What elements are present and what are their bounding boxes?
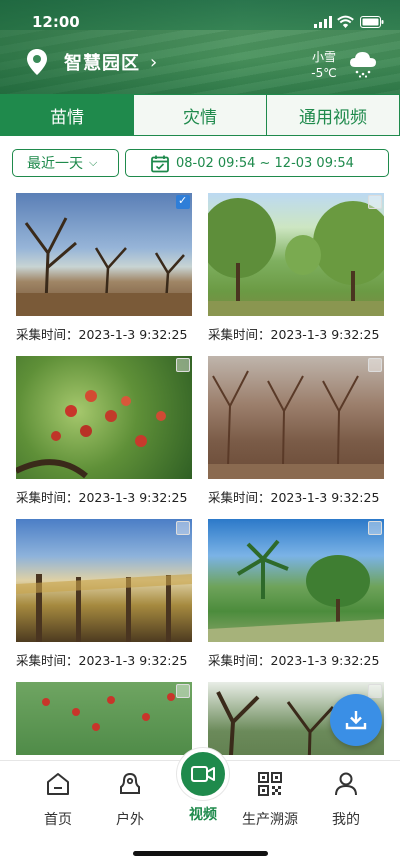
- snow-cloud-icon: [350, 52, 376, 78]
- weather-temperature: -5℃: [311, 66, 337, 80]
- photo-capture-time: 采集时间：2023-1-3 9:32:25: [16, 327, 188, 342]
- download-button[interactable]: [330, 694, 382, 746]
- download-icon: [345, 711, 367, 730]
- photo-card[interactable]: 采集时间：2023-1-3 9:32:25: [16, 356, 192, 506]
- nav-profile[interactable]: 我的: [306, 771, 386, 829]
- chevron-down-icon: ⌵: [89, 156, 98, 169]
- photo-checkbox[interactable]: [368, 195, 382, 209]
- tab-disaster[interactable]: 灾情: [134, 94, 267, 136]
- tab-general-video[interactable]: 通用视频: [267, 94, 400, 136]
- photo-card[interactable]: 采集时间：2023-1-3 9:32:25: [208, 193, 384, 343]
- home-icon: [47, 773, 69, 795]
- weather-condition: 小雪: [311, 50, 336, 64]
- home-indicator: [133, 851, 268, 856]
- profile-icon: [335, 772, 357, 796]
- photo-card[interactable]: 采集时间：2023-1-3 9:32:25: [208, 356, 384, 506]
- tab-bar: 苗情 灾情 通用视频: [0, 94, 400, 136]
- photo-checkbox[interactable]: [176, 521, 190, 535]
- date-range-picker[interactable]: 08-02 09:54 ~ 12-03 09:54: [125, 149, 389, 177]
- location-pin-icon: [27, 49, 47, 75]
- outdoor-icon: [120, 772, 140, 794]
- photo-checkbox[interactable]: [176, 194, 190, 209]
- nav-home-label: 首页: [44, 812, 72, 828]
- time-range-dropdown[interactable]: 最近一天 ⌵: [12, 149, 119, 177]
- photo-thumbnail[interactable]: [208, 193, 384, 316]
- battery-icon: [360, 16, 384, 28]
- photo-thumbnail[interactable]: [16, 519, 192, 642]
- photo-card[interactable]: 采集时间：2023-1-3 9:32:25: [16, 519, 192, 669]
- location-selector[interactable]: 智慧园区 ›: [26, 48, 157, 76]
- photo-checkbox[interactable]: [176, 358, 190, 372]
- header: 12:00 智慧园区 › 小雪 -5℃: [0, 0, 400, 96]
- status-time: 12:00: [32, 13, 80, 31]
- location-name: 智慧园区: [64, 53, 140, 74]
- nav-outdoor[interactable]: 户外: [90, 771, 170, 829]
- nav-video-label: 视频: [189, 807, 217, 823]
- photo-thumbnail[interactable]: [16, 356, 192, 479]
- photo-card[interactable]: [16, 682, 192, 755]
- tab-seedling[interactable]: 苗情: [0, 94, 134, 136]
- photo-checkbox[interactable]: [368, 521, 382, 535]
- weather-info: 小雪 -5℃: [308, 48, 340, 80]
- nav-video[interactable]: [177, 748, 229, 800]
- photo-checkbox[interactable]: [176, 684, 190, 698]
- photo-card[interactable]: 采集时间：2023-1-3 9:32:25: [208, 519, 384, 669]
- filter-bar: 最近一天 ⌵ 08-02 09:54 ~ 12-03 09:54: [0, 146, 400, 178]
- chevron-right-icon: ›: [150, 51, 158, 73]
- photo-capture-time: 采集时间：2023-1-3 9:32:25: [16, 653, 188, 668]
- video-icon: [191, 766, 215, 782]
- date-range-text: 08-02 09:54 ~ 12-03 09:54: [176, 155, 354, 171]
- photo-capture-time: 采集时间：2023-1-3 9:32:25: [208, 653, 380, 668]
- photo-thumbnail[interactable]: [208, 356, 384, 479]
- nav-outdoor-label: 户外: [116, 812, 144, 828]
- calendar-icon: [151, 155, 169, 173]
- photo-thumbnail[interactable]: [16, 193, 192, 316]
- nav-home[interactable]: 首页: [18, 771, 98, 829]
- wifi-icon: [337, 15, 354, 28]
- nav-profile-label: 我的: [332, 812, 360, 828]
- status-bar: 12:00: [0, 12, 400, 32]
- photo-grid: 采集时间：2023-1-3 9:32:25 采集时间：2023-1-3 9:32…: [0, 185, 400, 755]
- time-range-label: 最近一天: [27, 156, 83, 172]
- signal-icon: [314, 16, 332, 28]
- photo-checkbox[interactable]: [368, 684, 382, 698]
- photo-checkbox[interactable]: [368, 358, 382, 372]
- photo-card[interactable]: 采集时间：2023-1-3 9:32:25: [16, 193, 192, 343]
- photo-capture-time: 采集时间：2023-1-3 9:32:25: [16, 490, 188, 505]
- qr-code-icon: [258, 772, 282, 796]
- photo-capture-time: 采集时间：2023-1-3 9:32:25: [208, 327, 380, 342]
- photo-thumbnail[interactable]: [208, 519, 384, 642]
- photo-capture-time: 采集时间：2023-1-3 9:32:25: [208, 490, 380, 505]
- photo-thumbnail[interactable]: [16, 682, 192, 755]
